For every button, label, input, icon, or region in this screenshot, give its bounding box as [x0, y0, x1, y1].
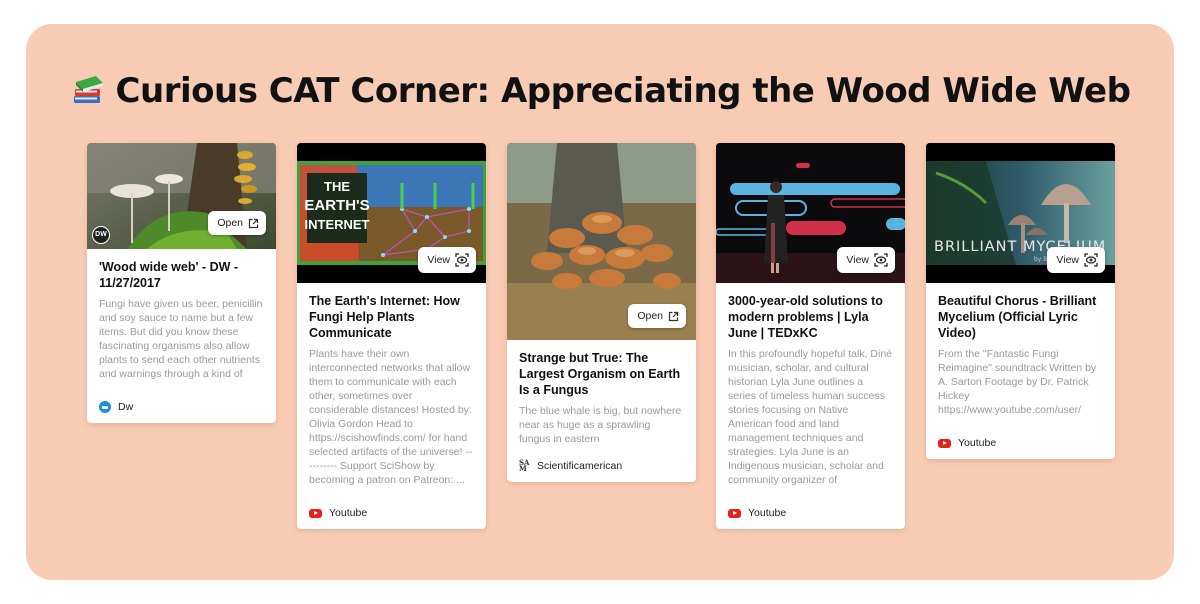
source-label: Youtube — [748, 507, 787, 519]
page-title-text: Curious CAT Corner: Appreciating the Woo… — [115, 71, 1131, 111]
open-button-label: Open — [637, 310, 663, 322]
card-source: Youtube — [716, 487, 905, 529]
youtube-icon — [938, 438, 951, 448]
external-link-icon — [668, 311, 679, 321]
thumbnail-image[interactable]: View — [716, 143, 905, 283]
page-title: Curious CAT Corner: Appreciating the Woo… — [0, 70, 1200, 111]
card-title[interactable]: The Earth's Internet: How Fungi Help Pla… — [309, 293, 474, 341]
view-button-label: View — [427, 254, 450, 266]
card-description: The blue whale is big, but nowhere near … — [519, 405, 682, 445]
thumbnail-text: EARTH'S — [304, 197, 369, 214]
source-label: Youtube — [958, 437, 997, 449]
card-source: Youtube — [926, 417, 1115, 459]
open-button-label: Open — [217, 217, 243, 229]
view-button-label: View — [1056, 254, 1079, 266]
card-source: SA M Scientificamerican — [507, 446, 696, 482]
youtube-icon — [309, 508, 322, 518]
dw-logo-icon — [99, 401, 111, 413]
resource-card[interactable]: DW Open 'Wood wide web' - DW - 11/27/201… — [87, 143, 276, 423]
eye-scan-icon — [874, 253, 888, 267]
view-button-label: View — [846, 254, 869, 266]
dw-watermark-icon: DW — [92, 226, 110, 244]
card-source: Dw — [87, 381, 276, 423]
view-button[interactable]: View — [418, 247, 476, 273]
eye-scan-icon — [455, 253, 469, 267]
resource-card[interactable]: BRILLIANT MYCELIUM by Be View Beautiful … — [926, 143, 1115, 459]
thumbnail-image[interactable]: DW Open — [87, 143, 276, 249]
source-label: Scientificamerican — [537, 460, 623, 472]
thumbnail-text: THE — [324, 179, 350, 194]
thumbnail-image[interactable]: Open — [507, 143, 696, 340]
view-button[interactable]: View — [837, 247, 895, 273]
card-title[interactable]: 3000-year-old solutions to modern proble… — [728, 293, 893, 341]
source-label: Youtube — [329, 507, 368, 519]
card-description: In this profoundly hopeful talk, Diné mu… — [728, 348, 893, 486]
thumbnail-text: INTERNET — [305, 217, 370, 232]
open-button[interactable]: Open — [208, 211, 266, 235]
card-description: From the "Fantastic Fungi Reimagine" sou… — [938, 348, 1097, 416]
card-description: Fungi have given us beer, penicillin and… — [99, 298, 263, 380]
card-source: Youtube — [297, 487, 486, 529]
thumbnail-image[interactable]: THE EARTH'S INTERNET View — [297, 143, 486, 283]
resource-card[interactable]: Open Strange but True: The Largest Organ… — [507, 143, 696, 482]
thumbnail-image[interactable]: BRILLIANT MYCELIUM by Be View — [926, 143, 1115, 283]
card-title[interactable]: Beautiful Chorus - Brilliant Mycelium (O… — [938, 293, 1103, 341]
books-icon — [70, 70, 106, 106]
card-title[interactable]: 'Wood wide web' - DW - 11/27/2017 — [99, 259, 264, 291]
card-description: Plants have their own interconnected net… — [309, 348, 473, 486]
open-button[interactable]: Open — [628, 304, 686, 328]
eye-scan-icon — [1084, 253, 1098, 267]
scientific-american-icon: SA M — [519, 458, 530, 473]
youtube-icon — [728, 508, 741, 518]
resource-card[interactable]: View 3000-year-old solutions to modern p… — [716, 143, 905, 529]
source-label: Dw — [118, 401, 134, 413]
view-button[interactable]: View — [1047, 247, 1105, 273]
external-link-icon — [248, 218, 259, 228]
resource-card[interactable]: THE EARTH'S INTERNET View The Earth's In… — [297, 143, 486, 529]
card-title[interactable]: Strange but True: The Largest Organism o… — [519, 350, 684, 398]
